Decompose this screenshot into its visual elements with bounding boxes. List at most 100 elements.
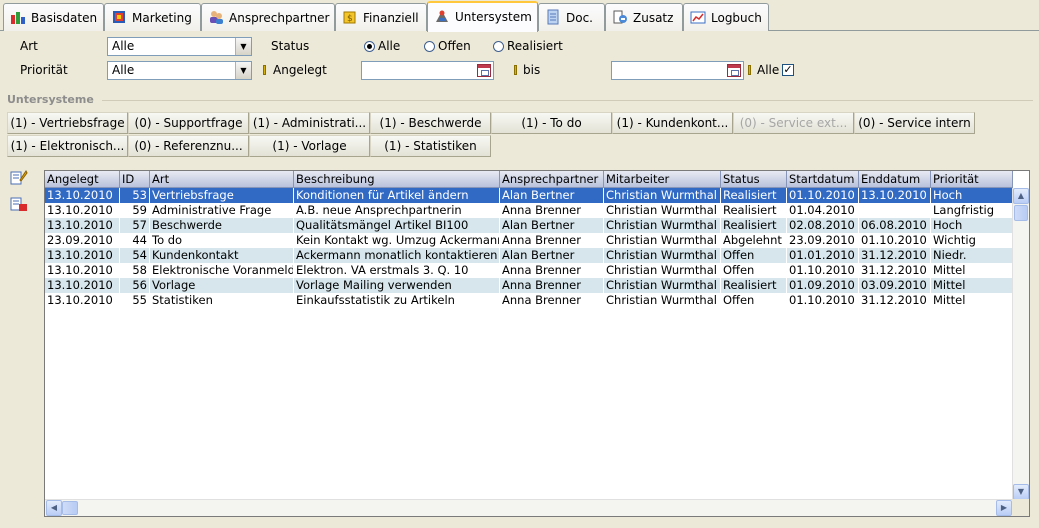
tab-doc[interactable]: Doc. <box>538 3 605 31</box>
subsystem-button-referenznummer[interactable]: (0) - Referenznu... <box>128 135 249 157</box>
horizontal-scroll-thumb[interactable] <box>62 501 78 515</box>
cell-beschreibung: Ackermann monatlich kontaktieren <box>294 248 500 263</box>
header-col-beschreibung[interactable]: Beschreibung <box>294 171 500 188</box>
cell-beschreibung: Vorlage Mailing verwenden <box>294 278 500 293</box>
cell-id: 55 <box>120 293 150 308</box>
header-col-id[interactable]: ID <box>120 171 150 188</box>
tab-marketing[interactable]: Marketing <box>104 3 201 31</box>
header-col-art[interactable]: Art <box>150 171 294 188</box>
subsystem-button-vertriebsfrage[interactable]: (1) - Vertriebsfrage <box>7 112 128 134</box>
cell-art: Administrative Frage <box>150 203 294 218</box>
angelegt-from-field[interactable] <box>361 61 494 80</box>
table-row[interactable]: 13.10.2010 56 Vorlage Vorlage Mailing verwe… <box>45 278 1013 293</box>
subsystem-button-kundenkontakt[interactable]: (1) - Kundenkont... <box>612 112 733 134</box>
cell-beschreibung: Kein Kontakt wg. Umzug Ackermann <box>296 233 500 248</box>
chart-people-icon <box>10 9 26 25</box>
subsystem-grid: Angelegt ID Art Beschreibung Ansprechpartner… <box>44 170 1030 517</box>
tools-icon <box>434 8 450 24</box>
cell-enddatum <box>859 203 931 218</box>
subsystem-button-beschwerde[interactable]: (1) - Beschwerde <box>370 112 491 134</box>
cell-status: Abgelehnt <box>721 233 787 248</box>
subsystem-button-service-extern[interactable]: (0) - Service ext... <box>733 112 854 134</box>
cell-status: Offen <box>721 248 787 263</box>
document-icon <box>545 9 561 25</box>
vertical-scrollbar[interactable]: ▲ ▼ <box>1012 188 1029 500</box>
subsystem-button-service-intern[interactable]: (0) - Service intern <box>854 112 975 134</box>
subsystem-button-vorlage[interactable]: (1) - Vorlage <box>249 135 370 157</box>
cell-startdatum: 01.04.2010 <box>787 203 859 218</box>
subsystem-button-statistiken[interactable]: (1) - Statistiken <box>370 135 491 157</box>
delete-entry-icon[interactable] <box>10 196 28 212</box>
header-col-angelegt[interactable]: Angelegt <box>45 171 120 188</box>
tab-logbuch[interactable]: Logbuch <box>683 3 769 31</box>
cell-id: 58 <box>120 263 150 278</box>
scroll-left-icon[interactable]: ◀ <box>46 500 62 516</box>
header-col-prioritaet[interactable]: Priorität <box>931 171 1013 188</box>
table-row[interactable]: 23.09.2010 44 To do Kein Kontakt wg. Umzug … <box>45 233 1013 248</box>
cell-enddatum: 31.12.2010 <box>859 293 931 308</box>
subsystem-button-administrative[interactable]: (1) - Administrati... <box>249 112 370 134</box>
table-row[interactable]: 13.10.2010 54 Kundenkontakt Ackermann monat… <box>45 248 1013 263</box>
cell-mitarbeiter: Christian Wurmthal <box>604 203 721 218</box>
cell-art: To do <box>150 233 294 248</box>
chevron-down-icon[interactable]: ▼ <box>235 38 251 55</box>
status-radio-realisiert[interactable] <box>493 41 504 52</box>
money-icon: $ <box>342 9 358 25</box>
tab-label: Finanziell <box>363 11 419 25</box>
vertical-scroll-thumb[interactable] <box>1014 205 1028 221</box>
pin-icon <box>748 65 751 75</box>
chevron-down-icon[interactable]: ▼ <box>235 62 251 79</box>
table-row[interactable]: 13.10.2010 53 Vertriebsfrage Konditionen fü… <box>45 188 1013 203</box>
horizontal-scrollbar[interactable]: ◀ ▶ <box>45 499 1013 516</box>
cell-mitarbeiter: Christian Wurmthal <box>604 278 721 293</box>
subsystem-button-elektronisch[interactable]: (1) - Elektronisch... <box>7 135 128 157</box>
table-row[interactable]: 13.10.2010 59 Administrative Frage A.B. neu… <box>45 203 1013 218</box>
alle-date-checkbox[interactable]: ✓ <box>782 64 794 76</box>
cell-angelegt: 13.10.2010 <box>45 203 120 218</box>
header-col-status[interactable]: Status <box>721 171 787 188</box>
scroll-up-icon[interactable]: ▲ <box>1013 188 1029 204</box>
header-col-mitarbeiter[interactable]: Mitarbeiter <box>604 171 721 188</box>
header-col-startdatum[interactable]: Startdatum <box>787 171 859 188</box>
calendar-icon[interactable] <box>477 64 491 77</box>
tab-ansprechpartner[interactable]: Ansprechpartner <box>201 3 335 31</box>
tab-label: Basisdaten <box>31 11 98 25</box>
angelegt-to-field[interactable] <box>611 61 744 80</box>
calendar-icon[interactable] <box>727 64 741 77</box>
bis-label: bis <box>523 63 541 77</box>
tab-strip: Basisdaten Marketing Ansprechpartner $ F… <box>0 0 1039 32</box>
table-row[interactable]: 13.10.201058Elektronische VoranmeldungEl… <box>45 263 1013 278</box>
cell-beschreibung: Qualitätsmängel Artikel BI100 <box>294 218 500 233</box>
cell-art: Beschwerde <box>150 218 294 233</box>
scroll-down-icon[interactable]: ▼ <box>1013 484 1029 500</box>
tab-basisdaten[interactable]: Basisdaten <box>3 3 104 31</box>
prioritaet-select[interactable]: Alle ▼ <box>107 61 252 80</box>
table-row[interactable]: 13.10.2010 55 Statistiken Einkaufsstatistik… <box>45 293 1013 308</box>
tab-untersystem[interactable]: Untersystem <box>427 1 538 32</box>
edit-entry-icon[interactable] <box>10 169 28 185</box>
status-radio-offen[interactable] <box>424 41 435 52</box>
cell-mitarbeiter: Christian Wurmthal <box>604 188 721 203</box>
cell-ansprechpartner: Anna Brenner <box>500 263 604 278</box>
art-select[interactable]: Alle ▼ <box>107 37 252 56</box>
cell-mitarbeiter: Christian Wurmthal <box>604 233 721 248</box>
tab-zusatz[interactable]: Zusatz <box>605 3 683 31</box>
scroll-right-icon[interactable]: ▶ <box>996 500 1012 516</box>
subsystem-button-supportfrage[interactable]: (0) - Supportfrage <box>128 112 249 134</box>
cell-art: Elektronische Voranmeldung <box>152 263 294 278</box>
tab-finanziell[interactable]: $ Finanziell <box>335 3 427 31</box>
cell-status: Realisiert <box>721 203 787 218</box>
status-radio-alle[interactable] <box>364 41 375 52</box>
cell-beschreibung: Elektron. VA erstmals 3. Q. 10 <box>294 263 500 278</box>
header-col-ansprechpartner[interactable]: Ansprechpartner <box>500 171 604 188</box>
subsystem-button-todo[interactable]: (1) - To do <box>491 112 612 134</box>
header-col-enddatum[interactable]: Enddatum <box>859 171 931 188</box>
status-radio-alle-label: Alle <box>378 39 401 53</box>
tab-label: Zusatz <box>633 11 674 25</box>
extra-icon <box>612 9 628 25</box>
contacts-icon <box>208 9 224 25</box>
pin-icon <box>263 65 266 75</box>
table-row[interactable]: 13.10.2010 57 Beschwerde Qualitätsmängel Ar… <box>45 218 1013 233</box>
cell-status: Realisiert <box>721 278 787 293</box>
cell-startdatum: 23.09.2010 <box>787 233 859 248</box>
